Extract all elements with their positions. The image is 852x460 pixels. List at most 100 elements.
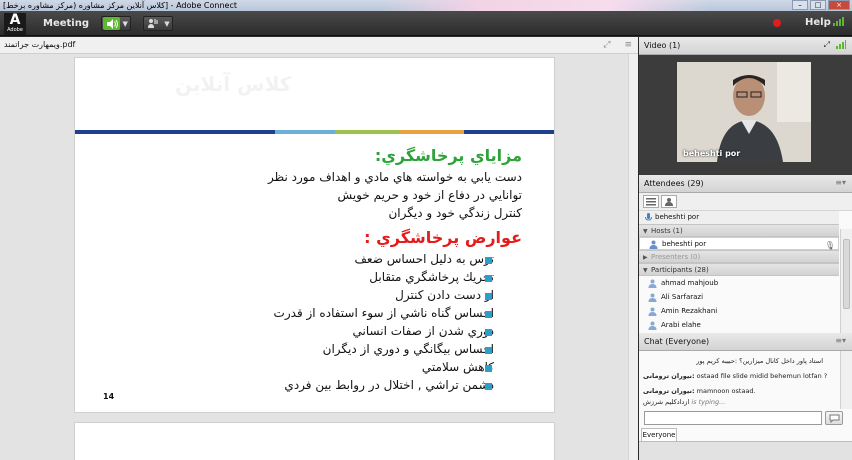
slide-bullet: دشمن تراشي , اختلال در روابط بين فردي (284, 378, 494, 392)
window-titlebar: [کلاس آنلاین مرکز مشاوره (مرکز مشاوره بر… (0, 0, 852, 11)
speech-bubble-icon (829, 414, 839, 423)
bullet-square-icon (485, 311, 492, 318)
attendee-name: ahmad mahjoub (661, 279, 719, 287)
chat-message: نیوران ترومانی: ostaad file slide midid … (643, 372, 833, 380)
participants-group[interactable]: ▼ Participants (28) (639, 263, 839, 276)
window-controls: – □ × (792, 0, 850, 11)
chevron-down-icon: ▼ (122, 19, 128, 28)
minimize-button[interactable]: – (792, 0, 808, 10)
bullet-square-icon (485, 275, 492, 282)
share-pod-header: ویمهارت جراتمند.pdf ⤢ ≡ (0, 37, 638, 54)
document-viewer[interactable]: کلاس آنلاین مزاياي پرخاشگري: دست يابي به… (0, 54, 638, 460)
slide-line: كنترل زندگي خود و ديگران (388, 206, 522, 220)
speaker-button[interactable]: ▼ (101, 16, 131, 31)
window-title: [کلاس آنلاین مرکز مشاوره (مرکز مشاوره بر… (3, 1, 237, 10)
chat-pod-header: Chat (Everyone) ≡▾ (639, 333, 852, 351)
video-pod-header: Video (1) ⤢ (639, 37, 852, 55)
person-icon (648, 321, 657, 330)
help-menu[interactable]: Help (805, 17, 831, 28)
chat-tabs-bar (639, 441, 852, 460)
typing-text: is typing... (691, 398, 726, 406)
attendees-count: (29) (687, 179, 704, 188)
chat-message: استاد پاور داخل کانال میزارین؟ :حبیبه کر… (696, 357, 823, 365)
maximize-button[interactable]: □ (810, 0, 826, 10)
raise-hand-button[interactable]: ▼ (143, 16, 173, 31)
slide-title: مزاياي پرخاشگري: (374, 146, 522, 165)
fullscreen-icon[interactable]: ⤢ (603, 40, 610, 50)
document-filename: ویمهارت جراتمند.pdf (4, 40, 76, 49)
slide-bullet: دوري شدن از صفات انساني (352, 324, 494, 338)
person-icon (648, 279, 657, 288)
fullscreen-icon[interactable]: ⤢ (824, 40, 830, 50)
chevron-down-icon: ▼ (164, 19, 170, 28)
person-status-icon (144, 17, 162, 30)
bullet-square-icon (485, 329, 492, 336)
meeting-menu[interactable]: Meeting (43, 18, 89, 29)
chat-scope: (Everyone) (665, 337, 710, 346)
slide-bullet: تحريك پرخاشگري متقابل (369, 270, 494, 284)
attendee-row[interactable]: Ali Sarfarazi (639, 291, 839, 304)
host-person-icon (649, 240, 658, 249)
slide-watermark: کلاس آنلاین (175, 72, 292, 96)
options-icon[interactable]: ≡ (624, 40, 632, 50)
video-pod-title: Video (644, 41, 667, 50)
video-area: beheshti por (639, 55, 852, 175)
tab-everyone[interactable]: Everyone (641, 428, 677, 441)
slide-bullet: احساس بيگانگي و دوري از ديگران (322, 342, 494, 356)
active-speaker-row: beheshti por (639, 211, 839, 224)
slide-bullet: ترس به دليل احساس ضعف (354, 252, 494, 266)
list-view-icon[interactable] (643, 195, 659, 208)
slide-bullet: از دست دادن كنترل (395, 288, 494, 302)
chat-sender: نیوران ترومانی: (643, 387, 695, 395)
bullet-square-icon (485, 383, 492, 390)
video-count: (1) (668, 41, 681, 50)
options-icon[interactable]: ≡▾ (835, 336, 846, 345)
chat-text: mamnoon ostaad. (694, 387, 756, 395)
attendee-name: Ali Sarfarazi (661, 293, 704, 301)
chat-sender: نیوران ترومانی: (643, 372, 695, 380)
chat-message: نیوران ترومانی: mamnoon ostaad. (643, 387, 833, 395)
recording-indicator-icon (773, 19, 781, 27)
hosts-group[interactable]: ▼ Hosts (1) (639, 224, 839, 237)
attendee-row-host[interactable]: beheshti por 🎙 (639, 237, 839, 250)
webcam-video[interactable]: beheshti por (677, 62, 811, 162)
slide-color-bar (75, 130, 554, 134)
typing-name: ازدادکلیم شرزش (643, 398, 690, 406)
close-button[interactable]: × (828, 0, 850, 10)
chat-pod: Chat (Everyone) ≡▾ استاد پاور داخل کانال… (639, 333, 852, 460)
attendees-pod: Attendees (29) ≡▾ beheshti por ▼ Hosts (… (639, 175, 852, 335)
scrollbar-thumb[interactable] (843, 239, 850, 309)
slide-line: توانايي در دفاع از خود و حريم خويش (337, 188, 522, 202)
attendee-row[interactable]: ahmad mahjoub (639, 277, 839, 290)
document-scrollbar[interactable] (628, 54, 638, 460)
connection-signal-icon (833, 16, 844, 26)
video-speaker-name: beheshti por (683, 149, 741, 158)
attendees-scrollbar[interactable] (840, 229, 852, 335)
microphone-icon (644, 213, 653, 222)
send-message-button[interactable] (825, 411, 843, 425)
slide-page: کلاس آنلاین مزاياي پرخاشگري: دست يابي به… (74, 57, 555, 413)
participants-label: Participants (28) (651, 266, 709, 274)
chat-scrollbar[interactable] (840, 351, 852, 409)
options-icon[interactable]: ≡▾ (835, 178, 846, 187)
menu-bar: A Adobe Meeting ▼ ▼ Help (0, 11, 852, 36)
presenters-group[interactable]: ▶ Presenters (0) (639, 250, 839, 263)
slide-bullet: كاهش سلامتي (421, 360, 494, 374)
slide-bullet: احساس گناه ناشي از سوء استفاده از قدرت (273, 306, 494, 320)
active-speaker-name: beheshti por (655, 213, 700, 221)
attendees-pod-header: Attendees (29) ≡▾ (639, 175, 852, 193)
status-view-icon[interactable] (661, 195, 677, 208)
attendees-title: Attendees (644, 179, 685, 188)
speaker-icon (103, 17, 121, 30)
title-decoration (380, 0, 710, 11)
typing-indicator: ازدادکلیم شرزش is typing... (643, 398, 833, 406)
slide-page-number: 14 (103, 392, 115, 401)
slide-line: دست يابي به خواسته هاي مادي و اهداف مورد… (268, 170, 522, 184)
chat-input[interactable] (644, 411, 822, 425)
attendee-row[interactable]: Amin Rezakhani (639, 305, 839, 318)
adobe-logo-icon: A Adobe (4, 13, 26, 35)
bullet-square-icon (485, 257, 492, 264)
attendee-name: Arabi elahe (661, 321, 701, 329)
chat-text: ostaad file slide midid behemun lotfan ? (694, 372, 828, 380)
attendee-row[interactable]: Arabi elahe (639, 319, 839, 332)
